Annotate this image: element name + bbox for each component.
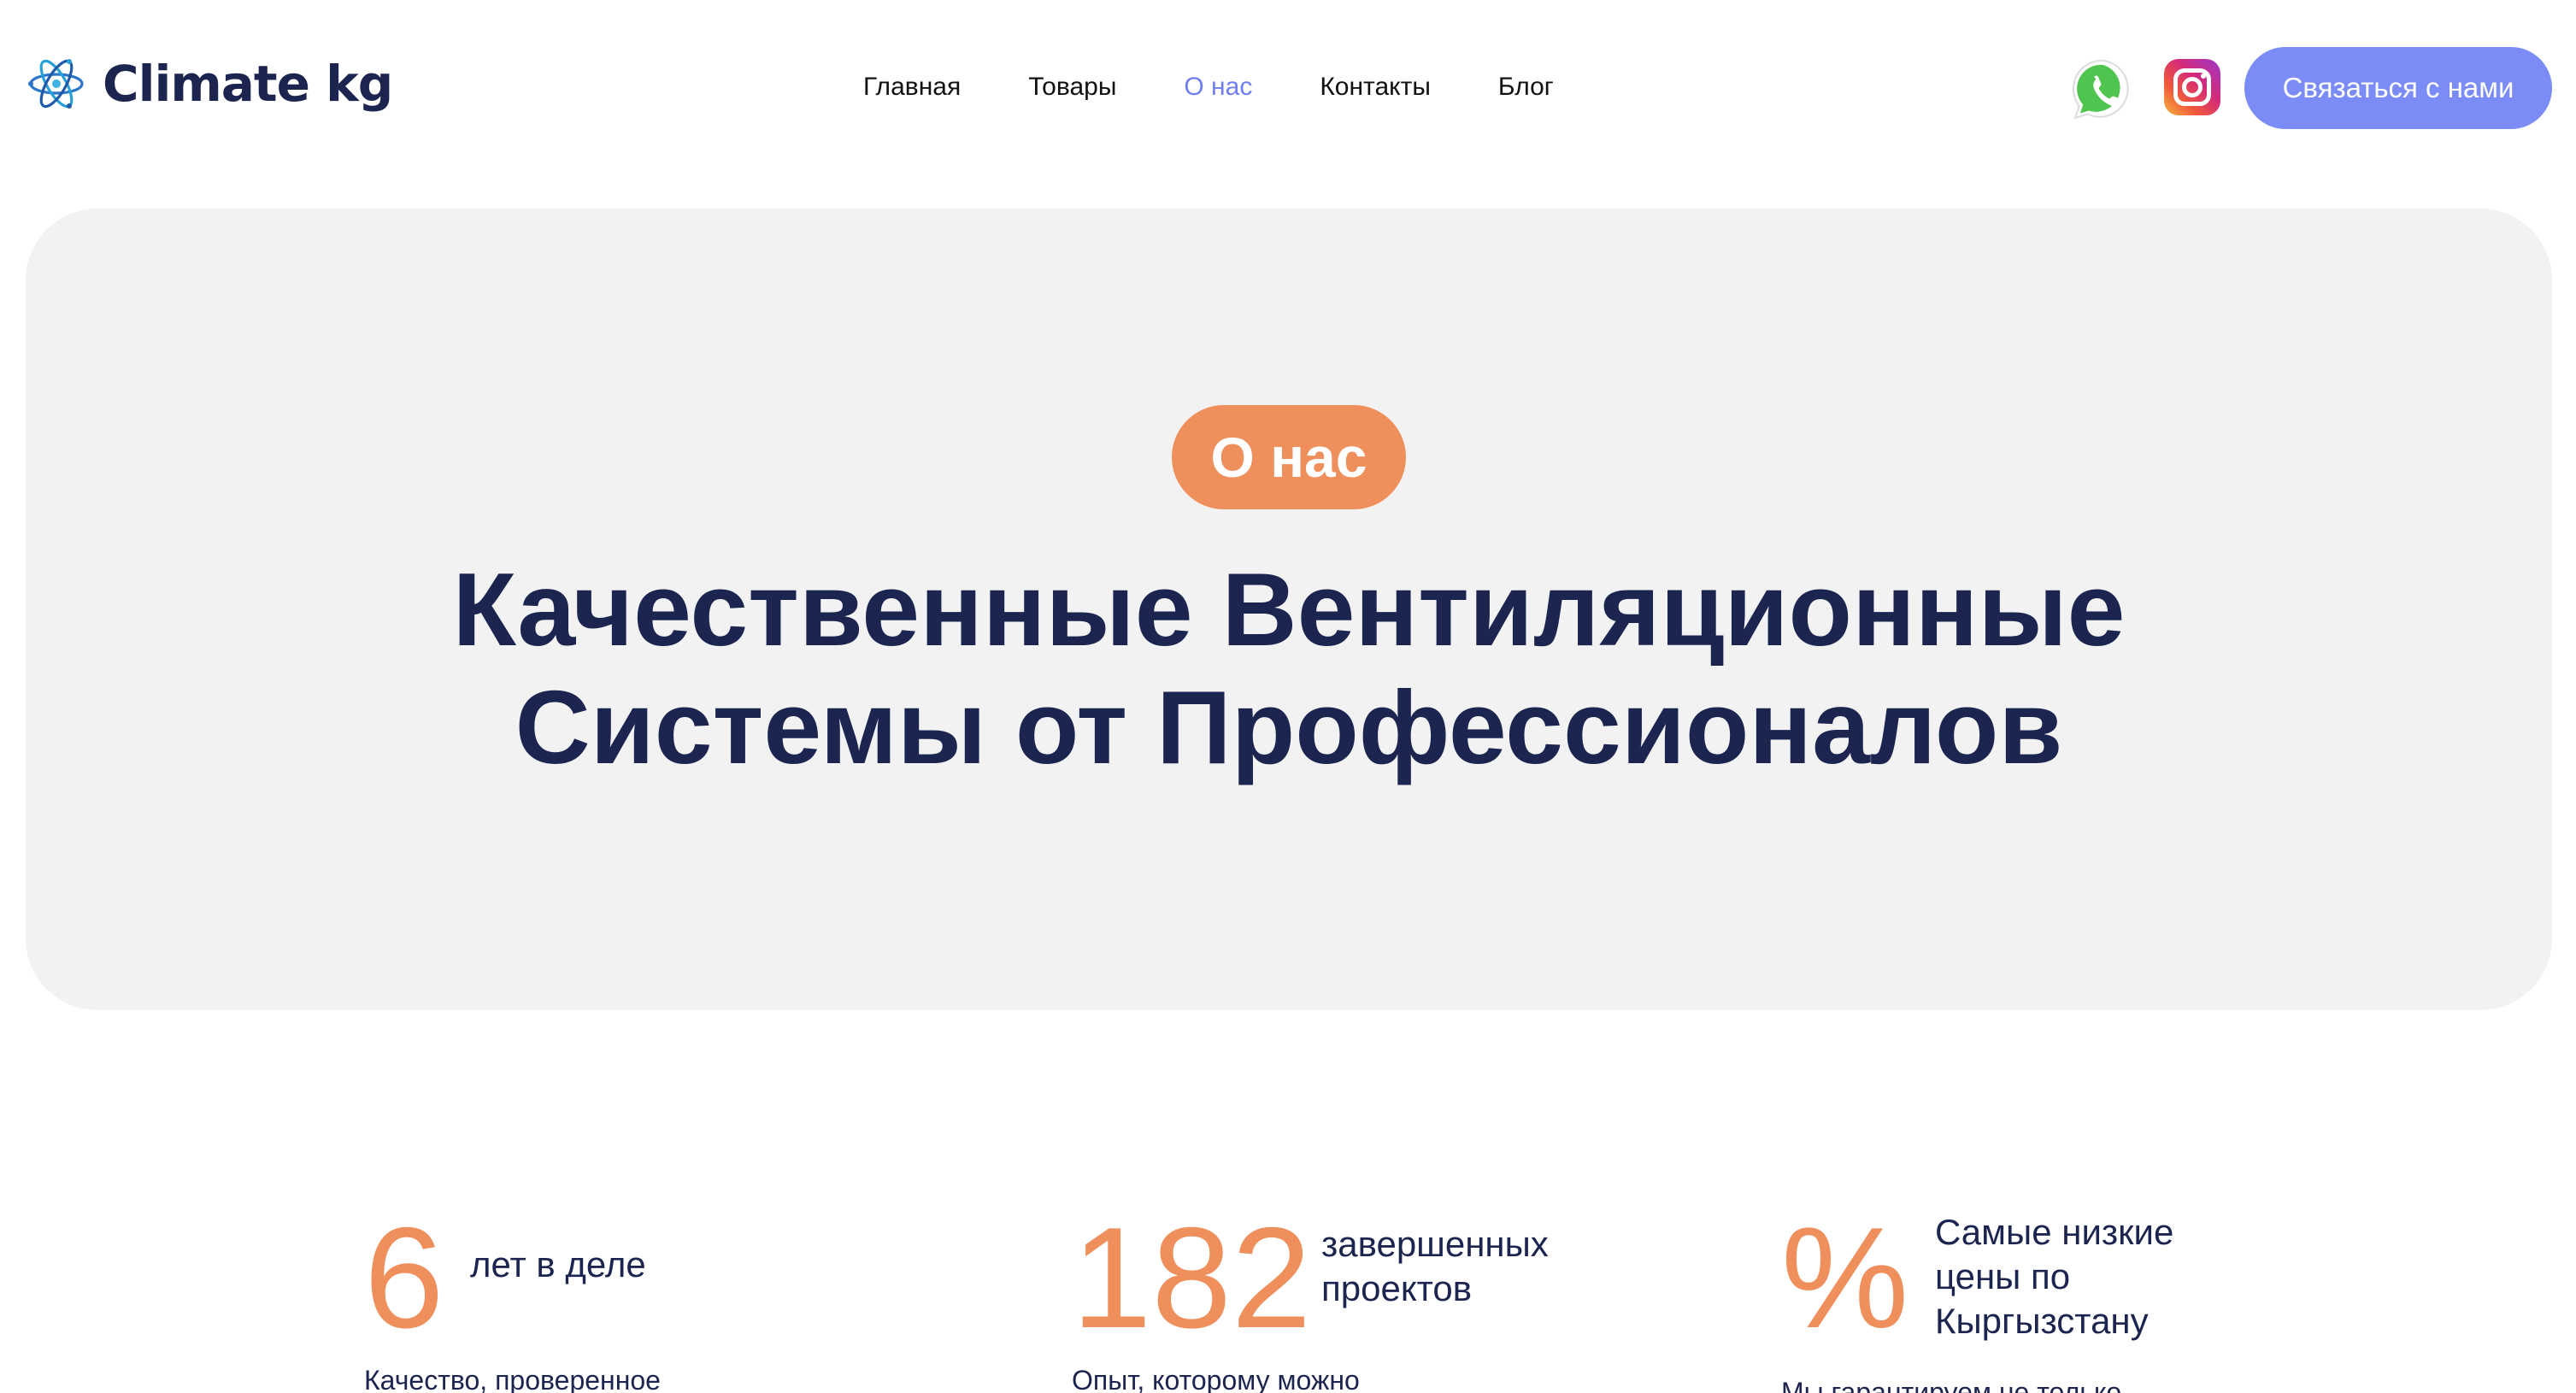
stat-label: лет в деле	[470, 1244, 646, 1284]
nav-item-blog[interactable]: Блог	[1498, 67, 1554, 108]
stat-years: 6 лет в деле Качество, проверенное	[364, 1196, 877, 1393]
instagram-icon[interactable]	[2164, 59, 2220, 115]
stat-description: Мы гарантируем не только	[1781, 1377, 2122, 1393]
nav-item-about[interactable]: О нас	[1184, 67, 1252, 108]
brand-name: Climate kg	[103, 55, 393, 113]
hero-title: Качественные Вентиляционные Системы от П…	[26, 550, 2552, 786]
logo[interactable]: Climate kg	[26, 53, 393, 115]
stat-description: Опыт, которому можно	[1072, 1365, 1360, 1393]
nav-item-products[interactable]: Товары	[1028, 67, 1116, 108]
whatsapp-icon[interactable]	[2070, 56, 2137, 123]
stat-number: 182	[1072, 1197, 1312, 1358]
hero-title-line2: Системы от Профессионалов	[515, 669, 2063, 785]
stat-label: Самые низкие цены по Кыргызстану	[1935, 1212, 2174, 1341]
nav-item-home[interactable]: Главная	[863, 67, 961, 108]
main-nav: Главная Товары О нас Контакты Блог	[863, 67, 1621, 108]
nav-item-contacts[interactable]: Контакты	[1320, 67, 1431, 108]
stat-number: %	[1781, 1197, 1909, 1358]
stat-label: завершенных проектов	[1321, 1224, 1549, 1308]
about-badge: О нас	[1172, 405, 1406, 509]
contact-us-button[interactable]: Связаться с нами	[2244, 47, 2552, 129]
hero-section: О нас Качественные Вентиляционные Систем…	[26, 209, 2552, 1010]
stat-projects: 182 завершенных проектов Опыт, которому …	[1072, 1196, 1670, 1393]
stat-prices: % Самые низкие цены по Кыргызстану Мы га…	[1781, 1196, 2379, 1393]
hero-title-line1: Качественные Вентиляционные	[452, 551, 2126, 667]
stat-number: 6	[364, 1197, 444, 1358]
site-header: Climate kg Главная Товары О нас Контакты…	[0, 0, 2576, 179]
stat-description: Качество, проверенное	[364, 1365, 661, 1393]
atom-snowflake-icon	[28, 59, 84, 109]
